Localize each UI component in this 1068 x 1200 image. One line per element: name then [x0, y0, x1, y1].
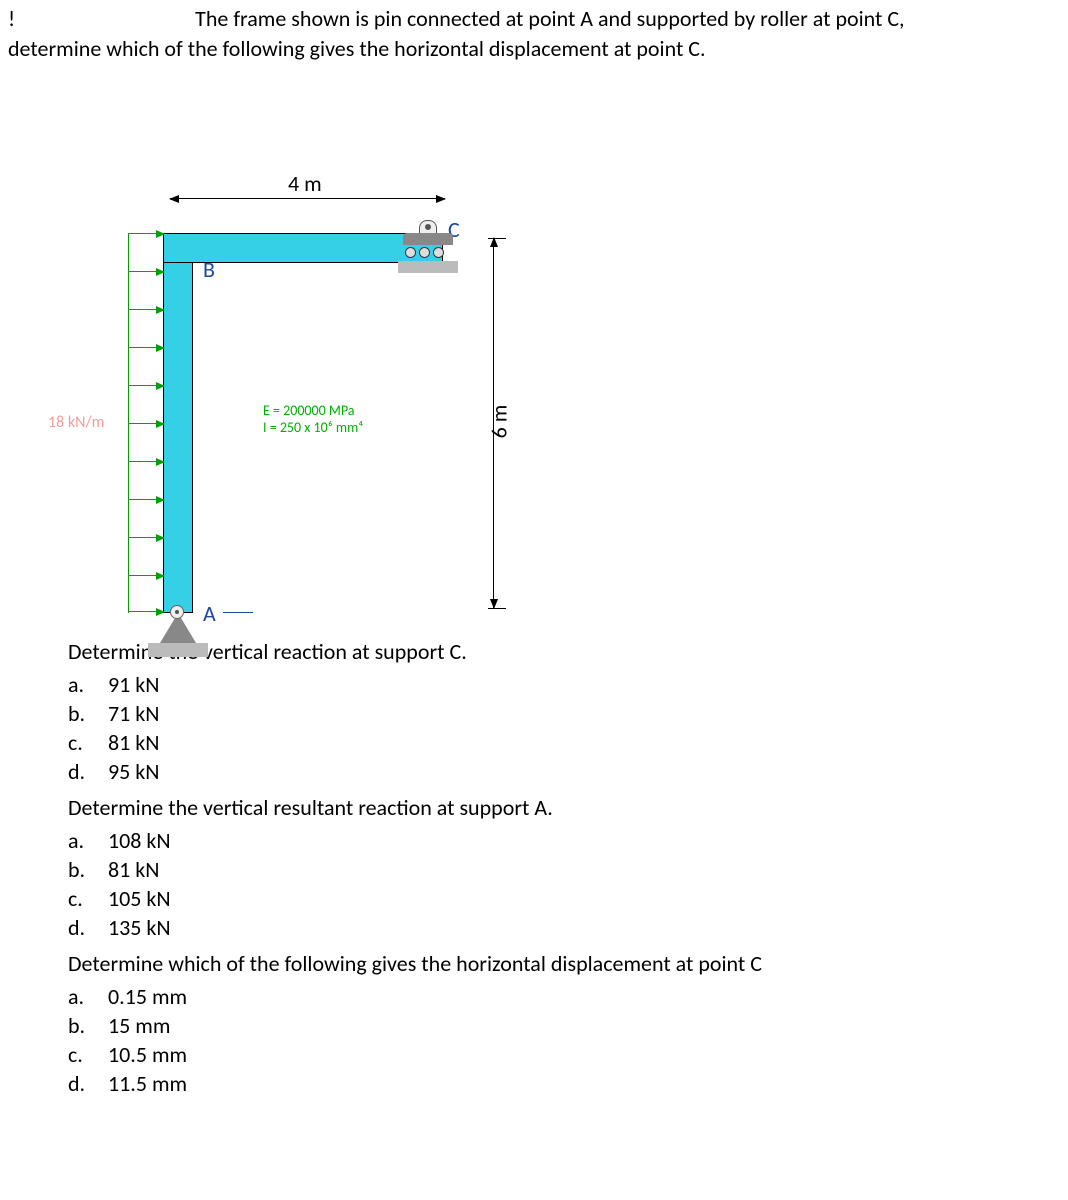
- q2-option-a: a.108 kN: [68, 826, 1060, 855]
- load-magnitude-label: 18 kN/m: [48, 413, 104, 432]
- question-1-options: a.91 kN b.71 kN c.81 kN d.95 kN: [68, 670, 1060, 786]
- dim-tick: [488, 608, 506, 609]
- problem-statement: ! The frame shown is pin connected at po…: [8, 4, 1060, 63]
- material-properties: E = 200000 MPa I = 250 x 10⁶ mm⁴: [263, 403, 363, 437]
- q2-option-b: b.81 kN: [68, 855, 1060, 884]
- problem-line2: determine which of the following gives t…: [8, 35, 706, 62]
- question-3-prompt: Determine which of the following gives t…: [68, 950, 1060, 977]
- e-value: E = 200000 MPa: [263, 403, 363, 420]
- point-b-label: B: [203, 256, 215, 283]
- problem-prefix: !: [8, 5, 15, 32]
- q3-option-d: d.11.5 mm: [68, 1069, 1060, 1098]
- q1-option-c: c.81 kN: [68, 728, 1060, 757]
- q3-option-b: b.15 mm: [68, 1011, 1060, 1040]
- question-2-prompt: Determine the vertical resultant reactio…: [68, 794, 1060, 821]
- q1-option-a: a.91 kN: [68, 670, 1060, 699]
- pin-support-icon: [148, 613, 208, 661]
- frame-column: [163, 233, 193, 613]
- questions-block: Determine the vertical reaction at suppo…: [8, 638, 1060, 1098]
- q2-option-d: d.135 kN: [68, 913, 1060, 942]
- dimension-right-label: 6 m: [485, 405, 512, 439]
- q3-option-a: a.0.15 mm: [68, 982, 1060, 1011]
- dimension-line-top: [170, 198, 445, 199]
- question-2-options: a.108 kN b.81 kN c.105 kN d.135 kN: [68, 826, 1060, 942]
- question-1-prompt: Determine the vertical reaction at suppo…: [68, 638, 1060, 665]
- q1-option-b: b.71 kN: [68, 699, 1060, 728]
- question-3-options: a.0.15 mm b.15 mm c.10.5 mm d.11.5 mm: [68, 982, 1060, 1098]
- dimension-top-label: 4 m: [288, 170, 322, 197]
- problem-line1: The frame shown is pin connected at poin…: [195, 5, 904, 32]
- q3-option-c: c.10.5 mm: [68, 1040, 1060, 1069]
- i-value: I = 250 x 10⁶ mm⁴: [263, 420, 363, 437]
- distributed-load: [128, 233, 163, 613]
- dim-tick: [488, 238, 506, 239]
- frame-figure: 4 m 6 m 18 kN/m E = 200000 MPa I = 250 x…: [8, 78, 528, 608]
- q1-option-d: d.95 kN: [68, 757, 1060, 786]
- q2-option-c: c.105 kN: [68, 884, 1060, 913]
